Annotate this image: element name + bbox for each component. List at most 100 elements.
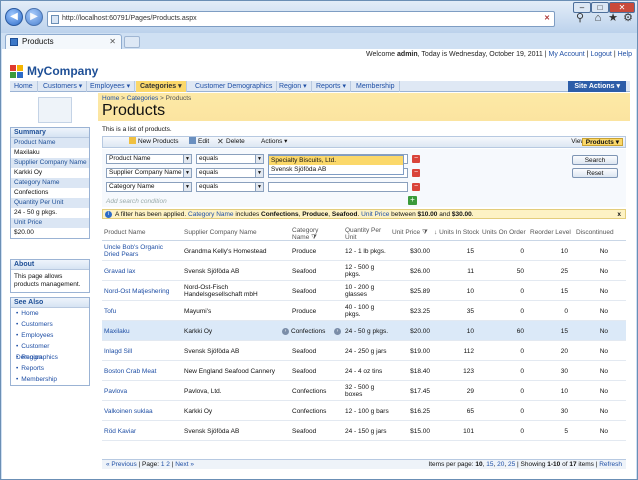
menu-reports[interactable]: Reports ▾ [312, 81, 351, 92]
company-logo[interactable]: MyCompany [10, 63, 98, 79]
view-selector[interactable]: Products ▾ [581, 138, 623, 146]
delete-button[interactable]: ✕ Delete [217, 137, 245, 147]
product-name-link[interactable]: Boston Crab Meat [104, 361, 180, 381]
close-button[interactable]: ✕ [609, 2, 635, 13]
table-row[interactable]: Nord-Ost Matjeshering Nord-Ost-Fisch Hand… [102, 281, 626, 301]
column-header[interactable]: Product Name [104, 229, 146, 236]
settings-gear-icon[interactable]: ⚙ [621, 11, 635, 25]
table-row[interactable]: Gravad lax Svensk Sjöföda AB Seafood 12 - 5… [102, 261, 626, 281]
autocomplete-item[interactable]: Specialty Biscuits, Ltd. [269, 156, 403, 165]
reset-button[interactable]: Reset [572, 168, 618, 178]
table-row[interactable]: Maxilaku Karkki Oy › Confections 24 - 50 g p… [102, 321, 626, 341]
filter-field-select[interactable]: Product Name ▼ [106, 154, 192, 164]
remove-condition-icon[interactable]: − [412, 183, 420, 191]
column-header[interactable]: Discontinued [576, 229, 614, 236]
see-also-link-home[interactable]: Home [11, 308, 89, 319]
forward-button[interactable]: ▶ [25, 8, 43, 26]
filter-value-input[interactable] [268, 182, 408, 192]
notice-field-link[interactable]: Category Name [188, 211, 234, 218]
next-page-link[interactable]: Next » [175, 461, 194, 468]
breadcrumb-home[interactable]: Home [102, 95, 119, 102]
autocomplete-item[interactable]: Svensk Sjöföda AB [269, 165, 403, 174]
back-button[interactable]: ◀ [5, 8, 23, 26]
home-icon[interactable]: ⌂ [591, 11, 605, 25]
menu-customers[interactable]: Customers ▾ [39, 81, 88, 92]
row-action-icon[interactable]: › [334, 328, 341, 335]
filter-field-select[interactable]: Category Name ▼ [106, 182, 192, 192]
see-also-link-employees[interactable]: Employees [11, 330, 89, 341]
maximize-button[interactable]: □ [591, 2, 609, 13]
page-link[interactable]: 2 [166, 461, 170, 468]
filter-operator-select[interactable]: equals ▼ [196, 168, 264, 178]
filter-operator-select[interactable]: equals ▼ [196, 182, 264, 192]
product-name-link[interactable]: Gravad lax [104, 261, 180, 281]
edit-button[interactable]: Edit [189, 137, 209, 147]
product-name-link[interactable]: Tofu [104, 301, 180, 321]
address-bar[interactable]: http://localhost:60791/Pages/Products.as… [47, 11, 555, 27]
logout-link[interactable]: Logout [590, 51, 611, 58]
menu-employees[interactable]: Employees ▾ [86, 81, 136, 92]
new-products-button[interactable]: New Products [129, 137, 178, 147]
new-tab-button[interactable] [124, 36, 140, 48]
remove-condition-icon[interactable]: − [412, 169, 420, 177]
product-name-link[interactable]: Inlagd Sill [104, 341, 180, 361]
notice-field-link[interactable]: Unit Price [361, 211, 389, 218]
remove-condition-icon[interactable]: − [412, 155, 420, 163]
table-row[interactable]: Inlagd Sill Svensk Sjöföda AB Seafood 24 - … [102, 341, 626, 361]
menu-home[interactable]: Home [10, 81, 38, 92]
filter-operator-select[interactable]: equals ▼ [196, 154, 264, 164]
product-name-link[interactable]: Valkoinen suklaa [104, 401, 180, 421]
see-also-link-customer-demographics[interactable]: Customer Demographics [11, 341, 89, 361]
previous-page-link[interactable]: « Previous [106, 461, 137, 468]
product-name-link[interactable]: Röd Kaviar [104, 421, 180, 441]
stop-icon[interactable]: ✕ [544, 12, 550, 26]
menu-region[interactable]: Region ▾ [275, 81, 312, 92]
search-icon[interactable]: ⚲ [573, 11, 587, 25]
page-size-link[interactable]: 20 [497, 461, 504, 468]
search-button[interactable]: Search [572, 155, 618, 165]
close-notice-icon[interactable]: x [617, 210, 621, 219]
actions-button[interactable]: Actions ▾ [261, 137, 287, 147]
tab-close-icon[interactable]: ✕ [109, 35, 116, 49]
refresh-link[interactable]: Refresh [599, 461, 622, 468]
browser-tab[interactable]: Products ✕ [5, 34, 122, 49]
table-row[interactable]: Uncle Bob's Organic Dried Pears Grandma K… [102, 241, 626, 261]
see-also-link-reports[interactable]: Reports [11, 363, 89, 374]
column-header[interactable]: ↓ Units In Stock [434, 229, 479, 236]
add-condition-placeholder[interactable]: Add search condition [106, 198, 167, 205]
table-row[interactable]: Röd Kaviar Svensk Sjöföda AB Seafood 24 - 1… [102, 421, 626, 441]
tab-title: Products [22, 37, 54, 46]
column-header[interactable]: Quantity Per Unit [345, 227, 387, 241]
product-name-link[interactable]: Uncle Bob's Organic Dried Pears [104, 241, 180, 261]
see-also-link-customers[interactable]: Customers [11, 319, 89, 330]
see-also-link-membership[interactable]: Membership [11, 374, 89, 385]
menu-customer-demographics[interactable]: Customer Demographics [191, 81, 278, 92]
table-cell: 0 [520, 387, 524, 395]
table-row[interactable]: Pavlova Pavlova, Ltd. Confections 32 - 500 … [102, 381, 626, 401]
column-header[interactable]: Unit Price ⧩ [392, 229, 428, 236]
menu-categories[interactable]: Categories ▾ [136, 81, 187, 92]
filter-field-select[interactable]: Supplier Company Name ▼ [106, 168, 192, 178]
table-row[interactable]: Tofu Mayumi's Produce 40 - 100 g pkgs. $23.2… [102, 301, 626, 321]
add-condition-icon[interactable]: + [408, 196, 417, 205]
product-name-link[interactable]: Pavlova [104, 381, 180, 401]
table-row[interactable]: Boston Crab Meat New England Seafood Cann… [102, 361, 626, 381]
product-name-link[interactable]: Nord-Ost Matjeshering [104, 281, 180, 301]
site-actions-button[interactable]: Site Actions ▾ [568, 81, 626, 92]
favorites-star-icon[interactable]: ★ [606, 11, 620, 25]
row-action-icon[interactable]: › [282, 327, 289, 335]
my-account-link[interactable]: My Account [549, 51, 585, 58]
column-header[interactable]: Units On Order [482, 229, 526, 236]
column-header[interactable]: Category Name ⧩ [292, 227, 322, 241]
product-name-link[interactable]: Maxilaku [104, 321, 180, 341]
page-size-link[interactable]: 25 [508, 461, 515, 468]
breadcrumb-categories[interactable]: Categories [127, 95, 158, 102]
help-link[interactable]: Help [618, 51, 632, 58]
page-size-link[interactable]: 15 [486, 461, 493, 468]
menu-membership[interactable]: Membership [352, 81, 400, 92]
column-header[interactable]: Supplier Company Name [184, 229, 257, 236]
minimize-button[interactable]: – [573, 2, 591, 13]
column-header[interactable]: Reorder Level [530, 229, 571, 236]
table-row[interactable]: Valkoinen suklaa Karkki Oy Confections 12 -… [102, 401, 626, 421]
page-link[interactable]: 1 [161, 461, 165, 468]
